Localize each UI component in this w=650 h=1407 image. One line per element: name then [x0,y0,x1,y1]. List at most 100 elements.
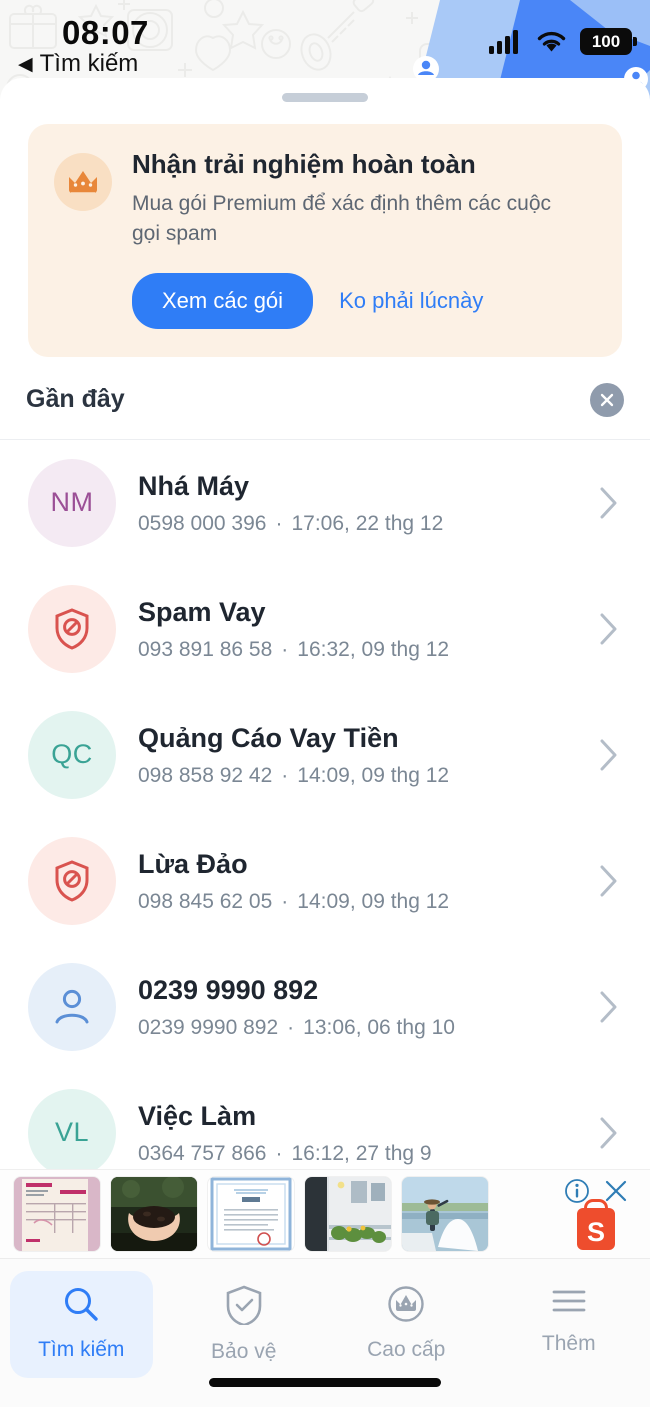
search-icon [62,1285,100,1328]
pink-invoice-thumbnail[interactable] [14,1177,100,1251]
premium-promo-banner: Nhận trải nghiệm hoàn toàn Mua gói Premi… [28,124,622,357]
status-bar: 08:07 ◀ Tìm kiếm 100 [0,0,650,90]
shield-check-icon [225,1285,263,1330]
recent-call-row[interactable]: 0239 9990 892 0239 9990 892 · 13:06, 06 thg… [0,944,650,1070]
recent-call-row[interactable]: QC Quảng Cáo Vay Tiền 098 858 92 42 · 14:09,… [0,692,650,818]
recent-call-row[interactable]: Lừa Đảo 098 845 62 05 · 14:09, 09 thg 12 [0,818,650,944]
app-screen: 08:07 ◀ Tìm kiếm 100 Nhận trải nghiệm ho… [0,0,650,1407]
hands-holding-soil-thumbnail[interactable] [111,1177,197,1251]
back-button-label: Tìm kiếm [39,50,139,77]
meta-separator: · [275,1141,283,1165]
wifi-icon [537,31,566,52]
call-timestamp: 13:06, 06 thg 10 [303,1015,455,1039]
caller-number: 098 845 62 05 [138,889,273,913]
promo-subtitle: Mua gói Premium để xác định thêm các cuộ… [132,192,552,245]
recent-title: Gần đây [26,385,125,414]
caller-meta: 0239 9990 892 · 13:06, 06 thg 10 [138,1016,576,1040]
row-text: Việc Làm 0364 757 866 · 16:12, 27 thg 9 [138,1100,576,1165]
call-timestamp: 14:09, 09 thg 12 [297,763,450,787]
caller-meta: 098 845 62 05 · 14:09, 09 thg 12 [138,890,576,914]
avatar: VL [28,1088,116,1177]
recent-call-row[interactable]: Spam Vay 093 891 86 58 · 16:32, 09 thg 12 [0,566,650,692]
info-icon[interactable] [564,1178,590,1204]
close-icon[interactable] [604,1179,628,1203]
dismiss-promo-button[interactable]: Ko phải lúcnày [333,282,489,320]
caller-meta: 093 891 86 58 · 16:32, 09 thg 12 [138,638,576,662]
caller-number: 0364 757 866 [138,1141,267,1165]
chevron-right-icon[interactable] [598,738,618,772]
call-timestamp: 17:06, 22 thg 12 [291,511,444,535]
caller-name: Việc Làm [138,1101,257,1132]
caller-name: 0239 9990 892 [138,975,319,1006]
ad-controls: S [564,1178,636,1250]
chevron-right-icon[interactable] [598,612,618,646]
certificate-document-thumbnail[interactable] [208,1177,294,1251]
close-icon[interactable] [590,382,624,417]
shopee-letter: S [586,1217,605,1248]
caller-name: Spam Vay [138,597,266,628]
spam-shield-icon [55,608,89,650]
back-caret-icon: ◀ [18,53,33,75]
home-indicator [209,1378,441,1387]
balcony-plants-thumbnail[interactable] [305,1177,391,1251]
caller-name: Lừa Đảo [138,849,248,880]
avatar [28,836,116,925]
meta-separator: · [281,637,289,661]
call-timestamp: 16:12, 27 thg 9 [291,1141,432,1165]
tab-search[interactable]: Tìm kiếm [10,1271,153,1378]
meta-separator: · [275,511,283,535]
meta-separator: · [287,1015,295,1039]
caller-number: 093 891 86 58 [138,637,273,661]
salt-field-worker-thumbnail[interactable] [402,1177,488,1251]
status-time: 08:07 [62,14,149,51]
chevron-right-icon[interactable] [598,1116,618,1150]
avatar: NM [28,458,116,547]
avatar [28,584,116,673]
promo-title: Nhận trải nghiệm hoàn toàn [132,149,476,179]
caller-meta: 0364 757 866 · 16:12, 27 thg 9 [138,1142,576,1166]
tab-label: Tìm kiếm [38,1338,125,1361]
battery-level: 100 [591,31,621,51]
chevron-right-icon[interactable] [598,990,618,1024]
menu-icon [550,1285,588,1322]
crown-icon [54,153,112,211]
tab-menu[interactable]: Thêm [498,1271,641,1372]
call-timestamp: 14:09, 09 thg 12 [297,889,450,913]
shopee-bag-icon[interactable]: S [577,1208,615,1250]
row-text: 0239 9990 892 0239 9990 892 · 13:06, 06 thg… [138,974,576,1039]
avatar-initials: QC [51,739,93,770]
promo-actions: Xem các gói Ko phải lúcnày [132,272,596,329]
status-indicators: 100 [489,28,637,55]
person-icon [55,989,89,1024]
caller-name: Nhá Máy [138,471,250,502]
spam-shield-icon [55,860,89,902]
tab-shield-check[interactable]: Bảo vệ [173,1271,316,1380]
meta-separator: · [281,889,289,913]
meta-separator: · [281,763,289,787]
caller-number: 098 858 92 42 [138,763,273,787]
tab-label: Bảo vệ [211,1340,277,1363]
avatar: QC [28,710,116,799]
battery-icon: 100 [580,28,637,55]
avatar [28,962,116,1051]
ad-banner[interactable]: S [0,1169,650,1259]
sheet-drag-handle[interactable] [282,93,368,102]
row-text: Lừa Đảo 098 845 62 05 · 14:09, 09 thg 12 [138,848,576,913]
row-text: Spam Vay 093 891 86 58 · 16:32, 09 thg 12 [138,596,576,661]
tab-crown-circle[interactable]: Cao cấp [335,1271,478,1378]
back-to-search-button[interactable]: ◀ Tìm kiếm [18,50,138,78]
chevron-right-icon[interactable] [598,864,618,898]
cellular-signal-icon [489,29,518,54]
caller-meta: 098 858 92 42 · 14:09, 09 thg 12 [138,764,576,788]
recent-calls-list: NM Nhá Máy 0598 000 396 · 17:06, 22 thg 12 Sp… [0,440,650,1196]
caller-name: Quảng Cáo Vay Tiền [138,723,399,754]
recent-header: Gần đây [0,357,650,439]
chevron-right-icon[interactable] [598,486,618,520]
view-plans-button[interactable]: Xem các gói [132,272,314,329]
tab-label: Thêm [541,1332,596,1355]
crown-circle-icon [387,1285,425,1328]
avatar-initials: NM [50,487,94,518]
call-timestamp: 16:32, 09 thg 12 [297,637,450,661]
recent-call-row[interactable]: NM Nhá Máy 0598 000 396 · 17:06, 22 thg 12 [0,440,650,566]
caller-number: 0239 9990 892 [138,1015,279,1039]
